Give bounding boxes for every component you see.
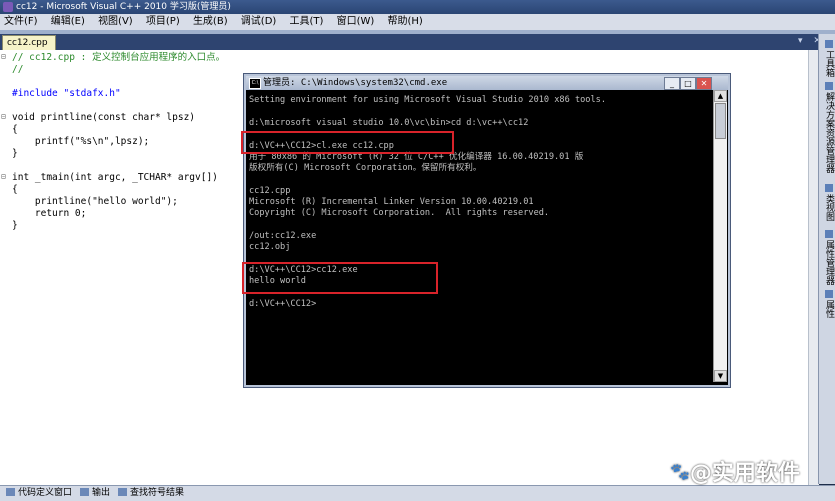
main-titlebar: cc12 - Microsoft Visual C++ 2010 学习版(管理员… bbox=[0, 0, 835, 14]
code-line-7: { bbox=[12, 124, 18, 135]
code-definition-icon bbox=[6, 488, 15, 496]
code-line-15: } bbox=[12, 220, 18, 231]
class-view-icon bbox=[825, 184, 833, 192]
main-window-title: cc12 - Microsoft Visual C++ 2010 学习版(管理员… bbox=[16, 2, 231, 12]
cmd-line: cc12.cpp bbox=[249, 186, 291, 196]
side-tab-property-manager[interactable]: 属性管理器 bbox=[821, 230, 834, 285]
code-line-1: // cc12.cpp : 定义控制台应用程序的入口点。 bbox=[12, 52, 226, 63]
cmd-line: cc12.obj bbox=[249, 242, 291, 252]
menu-debug[interactable]: 调试(D) bbox=[241, 16, 277, 27]
code-line-6: void printline(const char* lpsz) bbox=[12, 112, 196, 123]
watermark: 🐾@实用软件 bbox=[670, 461, 800, 486]
code-line-9: } bbox=[12, 148, 18, 159]
bottom-tool-window-bar: 代码定义窗口 输出 查找符号结果 bbox=[0, 485, 835, 501]
cmd-app-icon: C:\ bbox=[249, 78, 261, 89]
output-icon bbox=[80, 488, 89, 496]
paw-icon: 🐾 bbox=[670, 462, 690, 481]
cmd-window[interactable]: C:\ 管理员: C:\Windows\system32\cmd.exe _ □… bbox=[244, 74, 730, 387]
menu-bar: 文件(F) 编辑(E) 视图(V) 项目(P) 生成(B) 调试(D) 工具(T… bbox=[0, 14, 835, 31]
cmd-line: 版权所有(C) Microsoft Corporation。保留所有权利。 bbox=[249, 163, 482, 173]
tab-find-symbol-results[interactable]: 查找符号结果 bbox=[118, 486, 184, 501]
side-tab-toolbox[interactable]: 工具箱 bbox=[821, 40, 834, 77]
cmd-line: Setting environment for using Microsoft … bbox=[249, 95, 606, 105]
scroll-up-button[interactable]: ▲ bbox=[714, 90, 727, 102]
highlight-box-run-output bbox=[242, 262, 438, 294]
menu-window[interactable]: 窗口(W) bbox=[337, 16, 375, 27]
side-tab-properties[interactable]: 属性 bbox=[821, 290, 834, 318]
tab-output[interactable]: 输出 bbox=[80, 486, 110, 501]
code-line-12: { bbox=[12, 184, 18, 195]
menu-file[interactable]: 文件(F) bbox=[4, 16, 38, 27]
cmd-titlebar[interactable]: C:\ 管理员: C:\Windows\system32\cmd.exe _ □… bbox=[246, 76, 728, 90]
menu-project[interactable]: 项目(P) bbox=[146, 16, 180, 27]
code-line-13: printline("hello world"); bbox=[12, 196, 178, 207]
solution-explorer-icon bbox=[825, 82, 833, 90]
tab-code-definition-window[interactable]: 代码定义窗口 bbox=[6, 486, 72, 501]
code-line-11: int _tmain(int argc, _TCHAR* argv[]) bbox=[12, 172, 218, 183]
minimize-button[interactable]: _ bbox=[664, 77, 680, 90]
document-tab-strip bbox=[0, 34, 818, 50]
fold-marker-icon[interactable]: ⊟ bbox=[1, 112, 6, 121]
side-tab-class-view[interactable]: 类视图 bbox=[821, 184, 834, 221]
cmd-line: d:\microsoft visual studio 10.0\vc\bin>c… bbox=[249, 118, 529, 128]
close-button[interactable]: ✕ bbox=[696, 77, 712, 90]
toolbox-icon bbox=[825, 40, 833, 48]
side-tab-solution-explorer[interactable]: 解决方案资源管理器 bbox=[821, 82, 834, 173]
menu-view[interactable]: 视图(V) bbox=[98, 16, 133, 27]
cmd-vertical-scrollbar[interactable]: ▲ ▼ bbox=[713, 90, 727, 382]
cmd-line: Copyright (C) Microsoft Corporation. All… bbox=[249, 208, 550, 218]
scroll-down-button[interactable]: ▼ bbox=[714, 370, 727, 382]
code-line-4: #include "stdafx.h" bbox=[12, 88, 121, 99]
fold-marker-icon[interactable]: ⊟ bbox=[1, 52, 6, 61]
vs-app-icon bbox=[3, 2, 13, 12]
menu-build[interactable]: 生成(B) bbox=[193, 16, 228, 27]
cmd-line: d:\VC++\CC12> bbox=[249, 299, 317, 309]
menu-edit[interactable]: 编辑(E) bbox=[51, 16, 85, 27]
cmd-line: /out:cc12.exe bbox=[249, 231, 317, 241]
fold-marker-icon[interactable]: ⊟ bbox=[1, 172, 6, 181]
cmd-window-title: 管理员: C:\Windows\system32\cmd.exe bbox=[263, 78, 448, 88]
maximize-button[interactable]: □ bbox=[680, 77, 696, 90]
find-symbol-icon bbox=[118, 488, 127, 496]
cmd-line: Microsoft (R) Incremental Linker Version… bbox=[249, 197, 534, 207]
menu-help[interactable]: 帮助(H) bbox=[388, 16, 423, 27]
property-manager-icon bbox=[825, 230, 833, 238]
side-panel: 工具箱 解决方案资源管理器 类视图 属性管理器 属性 bbox=[818, 34, 835, 484]
menu-tools[interactable]: 工具(T) bbox=[290, 16, 324, 27]
scroll-thumb[interactable] bbox=[715, 103, 726, 139]
highlight-box-compile-command bbox=[241, 131, 454, 154]
code-line-8: printf("%s\n",lpsz); bbox=[12, 136, 150, 147]
code-line-2: // bbox=[12, 64, 24, 75]
properties-icon bbox=[825, 290, 833, 298]
code-line-14: return 0; bbox=[12, 208, 87, 219]
